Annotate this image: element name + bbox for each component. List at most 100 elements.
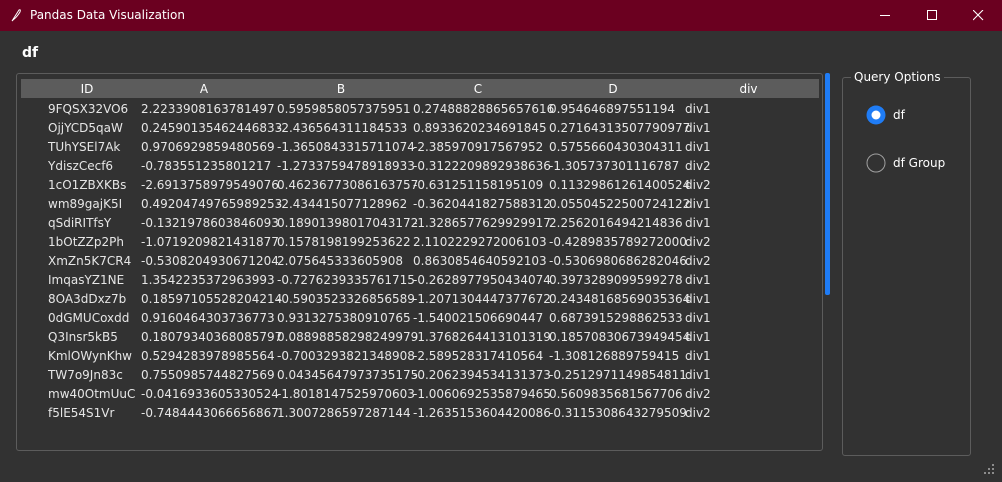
cell-id: wm89gajK5I xyxy=(48,197,123,211)
cell-a: -0.0416933605330524 xyxy=(141,387,279,401)
cell-a: -0.1321978603846093 xyxy=(141,216,279,230)
table-row[interactable]: XmZn5K7CR4 -0.5308204930671204 2.075645333… xyxy=(21,252,819,271)
cell-a: 0.49204749765989253 xyxy=(141,197,283,211)
cell-c: -0.2628977950434074 xyxy=(413,273,551,287)
column-header-d[interactable]: D xyxy=(548,82,678,96)
cell-id: 8OA3dDxz7b xyxy=(48,292,127,306)
cell-b: -1.3650843315711074 xyxy=(277,140,415,154)
cell-c: -1.3768264413101319 xyxy=(413,330,551,344)
close-icon xyxy=(972,10,983,21)
table-scrollbar-thumb[interactable] xyxy=(825,73,830,295)
cell-d: -0.3115308643279509 xyxy=(549,406,687,420)
cell-c: -2.589528317410564 xyxy=(413,349,544,363)
cell-id: OjjYCD5qaW xyxy=(48,121,123,135)
table-row[interactable]: Q3Insr5kB5 0.18079340368085797 0.088988582… xyxy=(21,328,819,347)
cell-b: -0.7003293821348908 xyxy=(277,349,415,363)
cell-id: TUhYSEl7Ak xyxy=(48,140,121,154)
cell-div: div1 xyxy=(685,121,711,135)
radio-df-label[interactable]: df xyxy=(893,108,905,122)
cell-d: -0.4289835789272000 xyxy=(549,235,687,249)
cell-a: 0.5294283978985564 xyxy=(141,349,275,363)
radio-selected-icon xyxy=(866,105,886,125)
maximize-button[interactable] xyxy=(909,0,955,31)
cell-div: div2 xyxy=(685,254,711,268)
cell-id: ImqasYZ1NE xyxy=(48,273,125,287)
cell-b: 1.3007286597287144 xyxy=(277,406,411,420)
window-title: Pandas Data Visualization xyxy=(30,8,185,22)
cell-d: 0.5609835681567706 xyxy=(549,387,683,401)
table-row[interactable]: 8OA3dDxz7b 0.18597105528204214 -0.59035233… xyxy=(21,290,819,309)
table-row[interactable]: OjjYCD5qaW 0.24590135462446833 -2.43656431… xyxy=(21,119,819,138)
cell-a: -1.0719209821431877 xyxy=(141,235,279,249)
table-row[interactable]: qSdiRITfsY -0.1321978603846093 0.189013980… xyxy=(21,214,819,233)
query-options-title: Query Options xyxy=(851,70,944,84)
cell-div: div2 xyxy=(685,159,711,173)
column-header-b[interactable]: B xyxy=(276,82,406,96)
cell-div: div1 xyxy=(685,140,711,154)
cell-d: 0.24348168569035364 xyxy=(549,292,691,306)
cell-div: div1 xyxy=(685,273,711,287)
column-header-a[interactable]: A xyxy=(139,82,269,96)
table-row[interactable]: 1bOtZZp2Ph -1.0719209821431877 0.157819819… xyxy=(21,233,819,252)
cell-id: 0dGMUCoxdd xyxy=(48,311,130,325)
cell-b: -0.7276239335761715 xyxy=(277,273,415,287)
cell-c: -0.631251158195109 xyxy=(413,178,544,192)
table-row[interactable]: TUhYSEl7Ak 0.9706929859480569 -1.365084331… xyxy=(21,138,819,157)
cell-d: -1.308126889759415 xyxy=(549,349,680,363)
cell-c: 0.8630854640592103 xyxy=(413,254,547,268)
cell-div: div1 xyxy=(685,330,711,344)
table-row[interactable]: 0dGMUCoxdd 0.9160464303736773 0.9313275380… xyxy=(21,309,819,328)
cell-c: -1.540021506690447 xyxy=(413,311,544,325)
table-title: df xyxy=(22,45,39,61)
table-row[interactable]: KmlOWynKhw 0.5294283978985564 -0.700329382… xyxy=(21,347,819,366)
column-header-c[interactable]: C xyxy=(413,82,543,96)
minimize-icon xyxy=(879,15,890,16)
cell-a: 0.24590135462446833 xyxy=(141,121,283,135)
cell-a: -0.783551235801217 xyxy=(141,159,272,173)
cell-d: 0.954646897551194 xyxy=(549,102,675,116)
maximize-icon xyxy=(926,10,937,20)
resize-grip-icon[interactable] xyxy=(982,462,996,476)
cell-a: 0.18597105528204214 xyxy=(141,292,283,306)
cell-d: 0.11329861261400524 xyxy=(549,178,691,192)
cell-div: div2 xyxy=(685,178,711,192)
cell-div: div1 xyxy=(685,102,711,116)
table-row[interactable]: 1cO1ZBXKBs -2.6913758979549076 0.462367730… xyxy=(21,176,819,195)
radio-df[interactable] xyxy=(866,105,886,125)
cell-id: TW7o9Jn83c xyxy=(48,368,123,382)
cell-d: 0.27164313507790977 xyxy=(549,121,691,135)
cell-c: 0.8933620234691845 xyxy=(413,121,547,135)
cell-d: 0.05504522500724122 xyxy=(549,197,691,211)
cell-id: 9FQSX32VO6 xyxy=(48,102,129,116)
cell-c: -2.385970917567952 xyxy=(413,140,544,154)
cell-a: 1.3542235372963993 xyxy=(141,273,275,287)
table-row[interactable]: ImqasYZ1NE 1.3542235372963993 -0.727623933… xyxy=(21,271,819,290)
column-header-div[interactable]: div xyxy=(711,82,786,96)
radio-df-group[interactable] xyxy=(866,153,886,173)
radio-df-group-label[interactable]: df Group xyxy=(893,156,945,170)
cell-a: -0.5308204930671204 xyxy=(141,254,279,268)
table-row[interactable]: f5lE54S1Vr -0.7484443066656867 1.300728659… xyxy=(21,404,819,423)
cell-div: div1 xyxy=(685,311,711,325)
cell-d: 0.3973289099599278 xyxy=(549,273,683,287)
cell-c: -1.3286577629929917 xyxy=(413,216,551,230)
cell-id: f5lE54S1Vr xyxy=(48,406,115,420)
cell-a: 2.2233908163781497 xyxy=(141,102,275,116)
table-row[interactable]: YdiszCecf6 -0.783551235801217 -1.273375947… xyxy=(21,157,819,176)
cell-b: 0.18901398017043172 xyxy=(277,216,419,230)
table-row[interactable]: 9FQSX32VO6 2.2233908163781497 0.5959858057… xyxy=(21,100,819,119)
cell-d: -0.5306980686282046 xyxy=(549,254,687,268)
cell-c: -0.3122209892938636 xyxy=(413,159,551,173)
minimize-button[interactable] xyxy=(862,0,908,31)
table-row[interactable]: TW7o9Jn83c 0.7550985744827569 0.0434564797… xyxy=(21,366,819,385)
table-row[interactable]: mw40OtmUuC -0.0416933605330524 -1.80181475… xyxy=(21,385,819,404)
cell-b: -1.2733759478918933 xyxy=(277,159,415,173)
radio-unselected-icon xyxy=(866,153,886,173)
table-row[interactable]: wm89gajK5I 0.49204749765989253 -2.43441507… xyxy=(21,195,819,214)
cell-d: -0.2512971149854811 xyxy=(549,368,687,382)
cell-div: div1 xyxy=(685,368,711,382)
cell-c: -1.2635153604420086 xyxy=(413,406,551,420)
close-button[interactable] xyxy=(955,0,1001,31)
cell-b: 0.04345647973735175 xyxy=(277,368,419,382)
column-header-id[interactable]: ID xyxy=(43,82,131,96)
